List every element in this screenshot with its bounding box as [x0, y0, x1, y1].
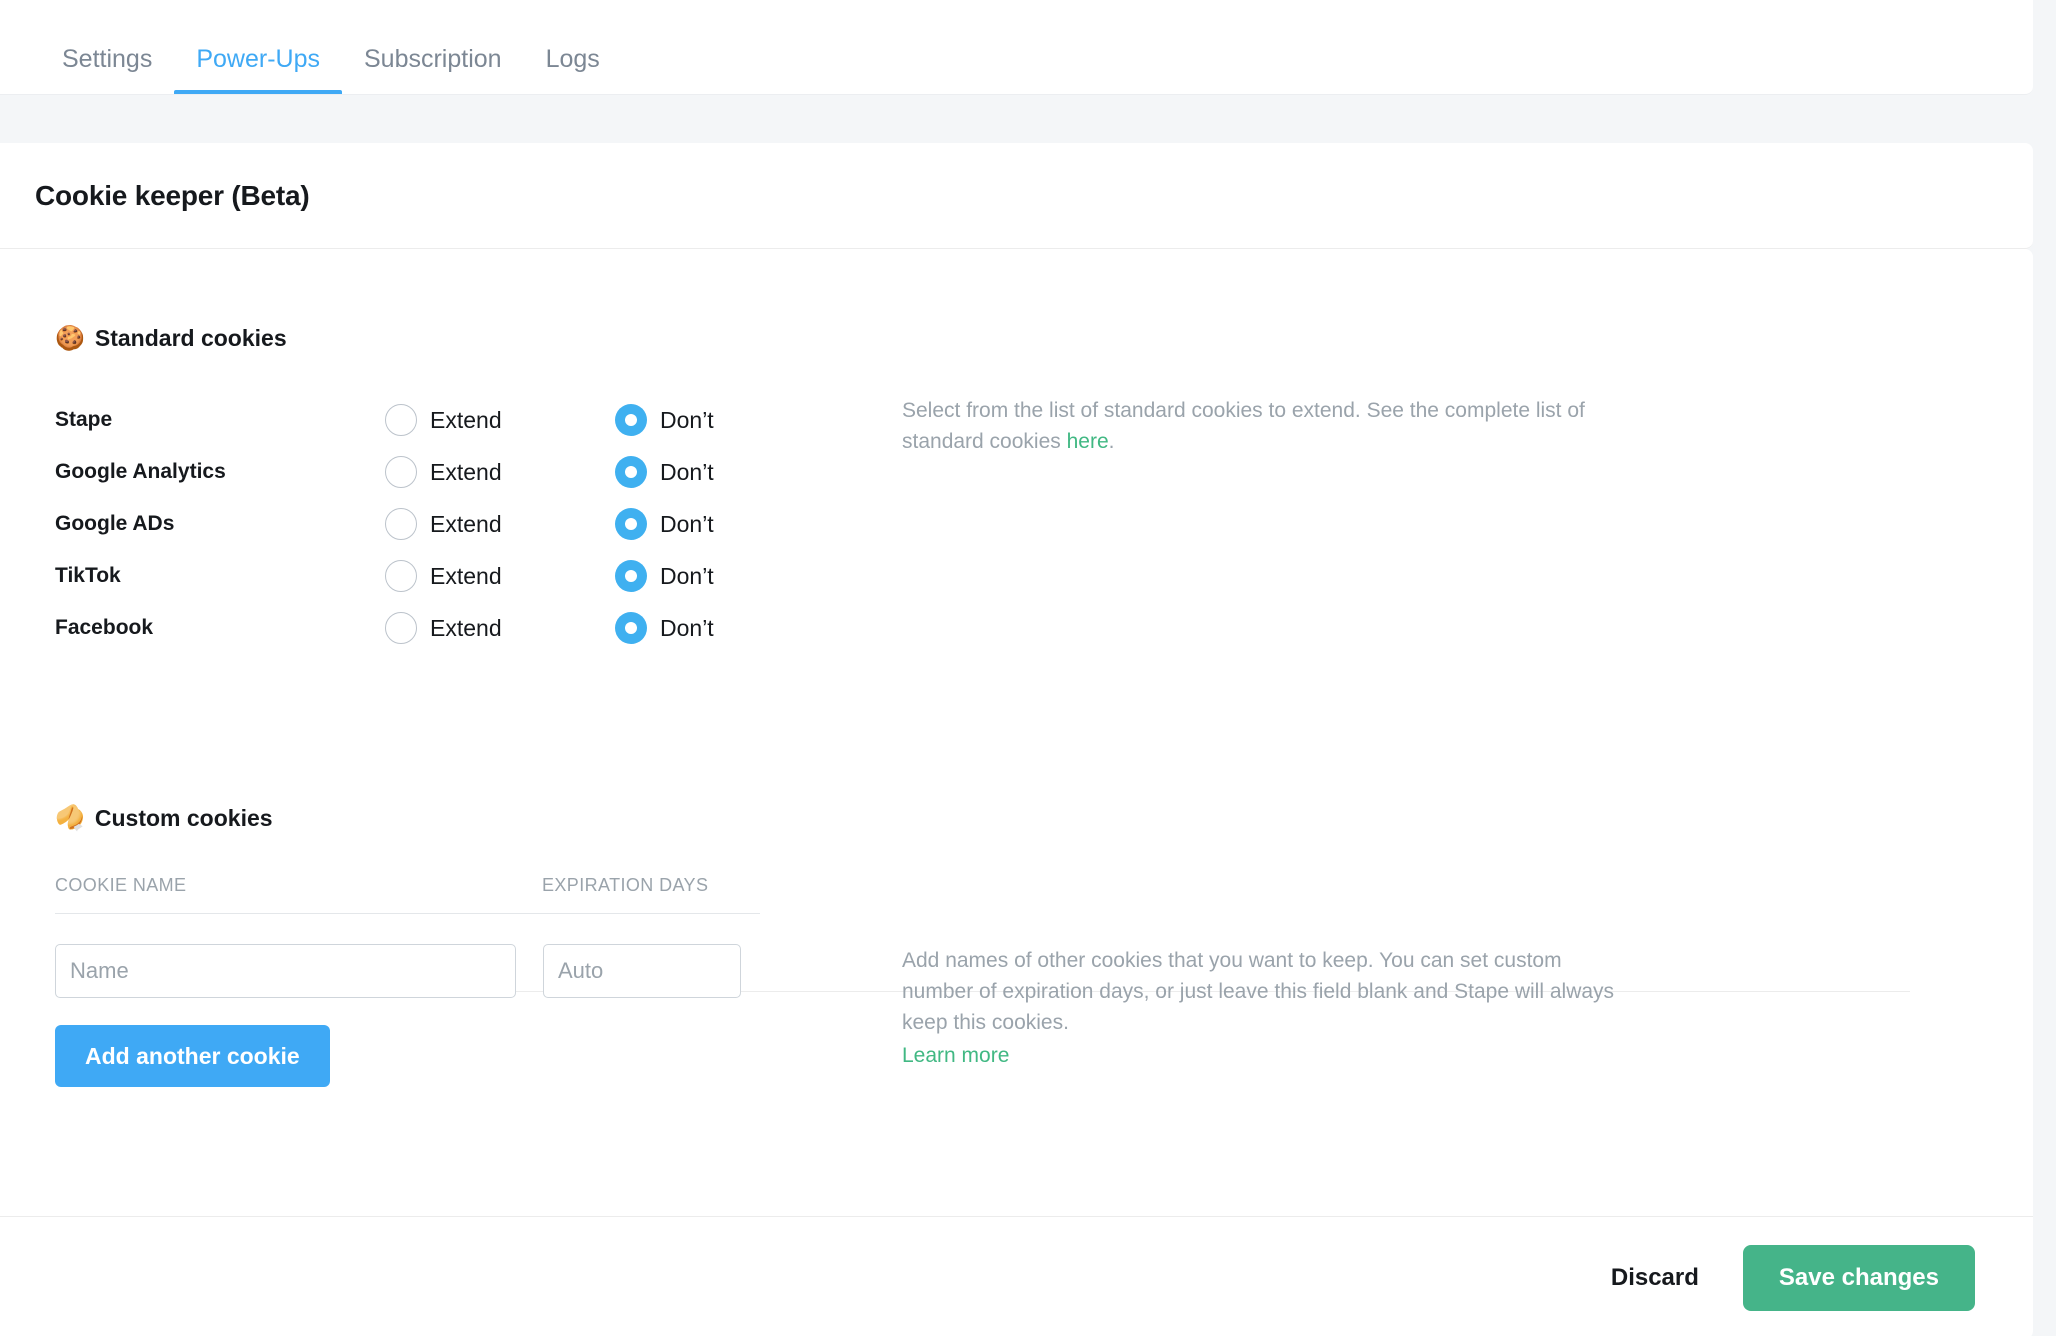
radio-label: Extend: [430, 614, 502, 641]
radio-icon[interactable]: [385, 560, 417, 592]
cookie-name-label: Google ADs: [55, 512, 175, 535]
radio-label: Extend: [430, 458, 502, 485]
standard-cookies-heading: 🍪 Standard cookies: [55, 325, 287, 352]
radio-option-dont-facebook[interactable]: Don’t: [615, 612, 845, 644]
radio-icon-selected[interactable]: [615, 612, 647, 644]
tab-power-ups[interactable]: Power-Ups: [174, 1, 342, 94]
radio-icon-selected[interactable]: [615, 560, 647, 592]
radio-label: Extend: [430, 406, 502, 433]
cookie-icon: 🍪: [55, 324, 85, 352]
form-footer: Discard Save changes: [0, 1216, 2033, 1336]
save-changes-button[interactable]: Save changes: [1742, 1245, 1975, 1311]
radio-icon[interactable]: [385, 456, 417, 488]
radio-icon[interactable]: [385, 508, 417, 540]
tab-bar: Settings Power-Ups Subscription Logs: [0, 0, 2033, 95]
tab-list: Settings Power-Ups Subscription Logs: [40, 0, 622, 94]
radio-icon-selected[interactable]: [615, 508, 647, 540]
custom-cookies-table: COOKIE NAME EXPIRATION DAYS Add another …: [55, 875, 760, 1087]
column-header-expiration-days: EXPIRATION DAYS: [542, 875, 709, 895]
radio-label: Don’t: [660, 510, 714, 537]
radio-option-dont-tiktok[interactable]: Don’t: [615, 560, 845, 592]
radio-label: Don’t: [660, 614, 714, 641]
cookie-name-label: Google Analytics: [55, 460, 226, 483]
standard-cookies-list: Stape Extend Don’t Google Analytics Exte…: [55, 394, 855, 654]
radio-option-dont-google-ads[interactable]: Don’t: [615, 508, 845, 540]
cookie-name-label: Stape: [55, 408, 113, 431]
help-text: Add names of other cookies that you want…: [902, 949, 1615, 1035]
standard-cookies-here-link[interactable]: here: [1067, 430, 1109, 453]
fortune-cookie-icon: 🥠: [55, 804, 85, 832]
standard-cookies-help-text: Select from the list of standard cookies…: [902, 395, 1632, 457]
column-header-cookie-name: COOKIE NAME: [55, 875, 187, 895]
tab-subscription[interactable]: Subscription: [342, 1, 524, 94]
radio-option-dont-stape[interactable]: Don’t: [615, 404, 845, 436]
radio-option-dont-google-analytics[interactable]: Don’t: [615, 456, 845, 488]
cookie-name-input[interactable]: [55, 944, 516, 998]
custom-cookies-heading-label: Custom cookies: [94, 805, 273, 831]
custom-cookie-input-row: [55, 944, 760, 998]
cookie-name-label: Facebook: [55, 616, 154, 639]
custom-cookies-heading: 🥠 Custom cookies: [55, 805, 273, 832]
table-row: Facebook Extend Don’t: [55, 602, 855, 654]
cookie-name-label: TikTok: [55, 564, 121, 587]
radio-icon[interactable]: [385, 404, 417, 436]
radio-label: Extend: [430, 510, 502, 537]
radio-label: Don’t: [660, 458, 714, 485]
radio-option-extend-facebook[interactable]: Extend: [385, 612, 615, 644]
standard-cookies-heading-label: Standard cookies: [94, 325, 287, 351]
discard-button[interactable]: Discard: [1607, 1254, 1703, 1302]
title-card: Cookie keeper (Beta): [0, 143, 2033, 249]
radio-icon[interactable]: [385, 612, 417, 644]
radio-option-extend-tiktok[interactable]: Extend: [385, 560, 615, 592]
radio-icon-selected[interactable]: [615, 456, 647, 488]
add-another-cookie-button[interactable]: Add another cookie: [55, 1025, 330, 1087]
table-row: TikTok Extend Don’t: [55, 550, 855, 602]
table-row: Stape Extend Don’t: [55, 394, 855, 446]
help-text-part2: .: [1108, 430, 1115, 454]
radio-icon-selected[interactable]: [615, 404, 647, 436]
radio-label: Extend: [430, 562, 502, 589]
radio-option-extend-stape[interactable]: Extend: [385, 404, 615, 436]
radio-option-extend-google-analytics[interactable]: Extend: [385, 456, 615, 488]
custom-cookies-help-text: Add names of other cookies that you want…: [902, 945, 1632, 1071]
tab-logs[interactable]: Logs: [524, 1, 622, 94]
expiration-days-input[interactable]: [543, 944, 741, 998]
radio-label: Don’t: [660, 406, 714, 433]
radio-label: Don’t: [660, 562, 714, 589]
power-up-settings-card: 🍪 Standard cookies Stape Extend Don’t Go…: [0, 249, 2033, 1336]
radio-option-extend-google-ads[interactable]: Extend: [385, 508, 615, 540]
tab-settings[interactable]: Settings: [40, 1, 174, 94]
custom-cookies-column-headers: COOKIE NAME EXPIRATION DAYS: [55, 875, 760, 914]
page-title: Cookie keeper (Beta): [35, 180, 310, 211]
learn-more-link[interactable]: Learn more: [902, 1040, 1632, 1071]
help-text-part1: Select from the list of standard cookies…: [902, 399, 1585, 454]
table-row: Google Analytics Extend Don’t: [55, 446, 855, 498]
table-row: Google ADs Extend Don’t: [55, 498, 855, 550]
app-page: Settings Power-Ups Subscription Logs Coo…: [0, 0, 2056, 1336]
